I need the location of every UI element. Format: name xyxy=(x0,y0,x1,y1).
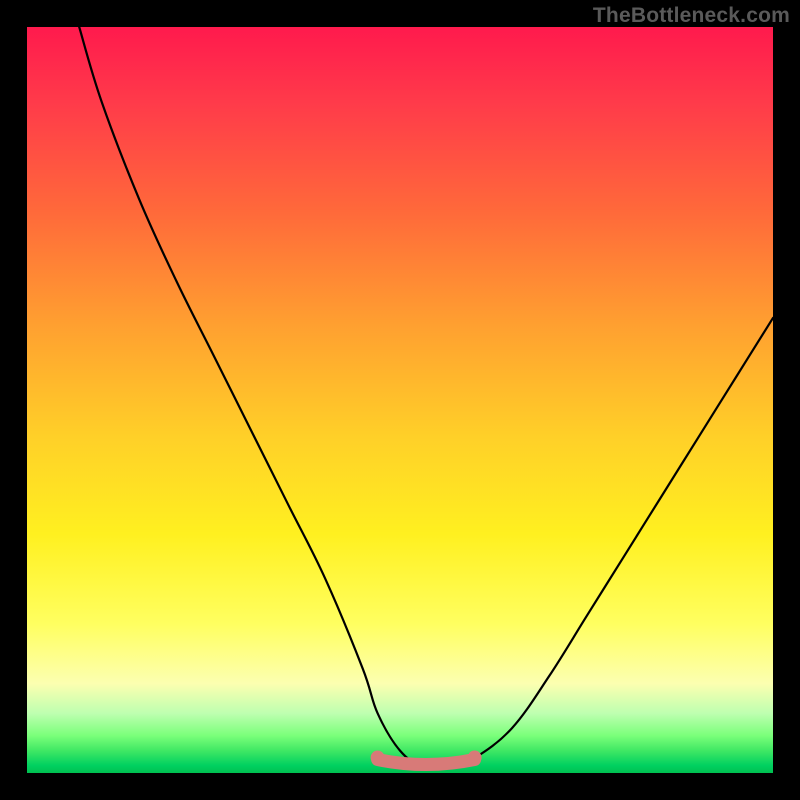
flat-region-dot-left xyxy=(371,751,385,765)
flat-region-dot-right xyxy=(468,751,482,765)
curve-path xyxy=(79,27,773,767)
plot-area xyxy=(27,27,773,773)
bottleneck-curve xyxy=(27,27,773,773)
chart-frame: TheBottleneck.com xyxy=(0,0,800,800)
flat-region-marker xyxy=(378,760,475,765)
watermark-text: TheBottleneck.com xyxy=(593,4,790,28)
